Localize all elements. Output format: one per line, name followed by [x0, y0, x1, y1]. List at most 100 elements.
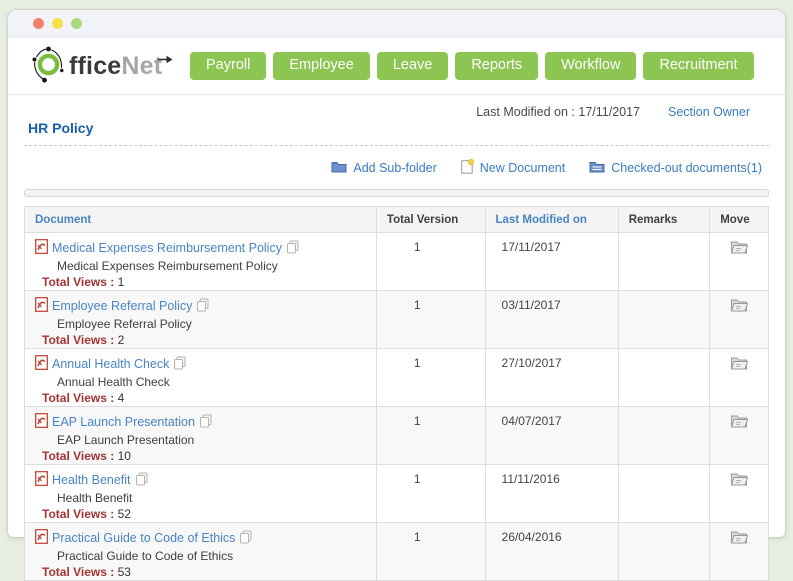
- add-subfolder-label: Add Sub-folder: [353, 161, 436, 175]
- total-views-label: Total Views :: [42, 449, 114, 463]
- total-views: Total Views : 10: [35, 449, 370, 464]
- nav-workflow[interactable]: Workflow: [545, 52, 636, 80]
- folder-documents-icon: [589, 160, 605, 176]
- total-version-cell: 1: [376, 465, 485, 523]
- copy-document-icon[interactable]: [199, 414, 212, 432]
- documents-table: Document Total Version Last Modified on …: [24, 206, 769, 581]
- document-subtitle: Annual Health Check: [35, 375, 370, 390]
- header-last-modified[interactable]: Last Modified on: [485, 207, 618, 233]
- dashed-divider: [24, 145, 769, 146]
- table-row: Practical Guide to Code of Ethics Practi…: [25, 523, 769, 581]
- add-subfolder-button[interactable]: Add Sub-folder: [331, 160, 436, 176]
- remarks-cell: [618, 523, 710, 581]
- total-views: Total Views : 52: [35, 507, 370, 522]
- total-version-cell: 1: [376, 233, 485, 291]
- move-document-button[interactable]: [730, 413, 748, 431]
- move-folder-icon: [730, 239, 748, 257]
- header-total-version: Total Version: [376, 207, 485, 233]
- section-owner-link[interactable]: Section Owner: [668, 105, 750, 119]
- remarks-cell: [618, 465, 710, 523]
- table-row: Employee Referral Policy Employee Referr…: [25, 291, 769, 349]
- move-document-button[interactable]: [730, 355, 748, 373]
- last-modified-cell: 26/04/2016: [485, 523, 618, 581]
- total-views-value: 1: [118, 275, 125, 289]
- move-document-button[interactable]: [730, 239, 748, 257]
- copy-document-icon[interactable]: [196, 298, 209, 316]
- copy-document-icon[interactable]: [239, 530, 252, 548]
- total-version-cell: 1: [376, 291, 485, 349]
- page-content: Last Modified on : 17/11/2017 Section Ow…: [8, 95, 785, 581]
- copy-document-icon[interactable]: [286, 240, 299, 258]
- pdf-file-icon: [35, 355, 48, 374]
- header-document[interactable]: Document: [25, 207, 377, 233]
- window-maximize-icon[interactable]: [71, 18, 82, 29]
- pdf-file-icon: [35, 239, 48, 258]
- last-modified-cell: 17/11/2017: [485, 233, 618, 291]
- total-views-label: Total Views :: [42, 565, 114, 579]
- last-modified-cell: 11/11/2016: [485, 465, 618, 523]
- copy-document-icon[interactable]: [173, 356, 186, 374]
- total-views-value: 10: [118, 449, 131, 463]
- total-views: Total Views : 4: [35, 391, 370, 406]
- total-views-value: 52: [118, 507, 131, 521]
- total-version-cell: 1: [376, 523, 485, 581]
- total-views-label: Total Views :: [42, 391, 114, 405]
- page-title: HR Policy: [28, 120, 772, 136]
- horizontal-scrollbar[interactable]: [24, 189, 769, 197]
- table-row: Health Benefit Health Benefit Total View…: [25, 465, 769, 523]
- pdf-file-icon: [35, 529, 48, 548]
- nav-leave[interactable]: Leave: [377, 52, 449, 80]
- new-document-button[interactable]: New Document: [461, 159, 565, 177]
- last-modified-text: Last Modified on : 17/11/2017: [476, 105, 640, 119]
- document-subtitle: Employee Referral Policy: [35, 317, 370, 332]
- total-views-value: 53: [118, 565, 131, 579]
- move-folder-icon: [730, 529, 748, 547]
- nav-recruitment[interactable]: Recruitment: [643, 52, 753, 80]
- document-link[interactable]: Health Benefit: [52, 473, 131, 488]
- window-minimize-icon[interactable]: [52, 18, 63, 29]
- table-row: Annual Health Check Annual Health Check …: [25, 349, 769, 407]
- table-header-row: Document Total Version Last Modified on …: [25, 207, 769, 233]
- move-folder-icon: [730, 471, 748, 489]
- total-views-value: 2: [118, 333, 125, 347]
- document-link[interactable]: Employee Referral Policy: [52, 299, 192, 314]
- meta-row: Last Modified on : 17/11/2017 Section Ow…: [21, 101, 772, 119]
- nav-payroll[interactable]: Payroll: [190, 52, 266, 80]
- document-subtitle: Health Benefit: [35, 491, 370, 506]
- total-views-label: Total Views :: [42, 275, 114, 289]
- table-row: EAP Launch Presentation EAP Launch Prese…: [25, 407, 769, 465]
- document-subtitle: EAP Launch Presentation: [35, 433, 370, 448]
- nav-reports[interactable]: Reports: [455, 52, 538, 80]
- header-remarks: Remarks: [618, 207, 710, 233]
- nav-employee[interactable]: Employee: [273, 52, 369, 80]
- total-views: Total Views : 53: [35, 565, 370, 580]
- folder-actions: Add Sub-folder New Document: [21, 159, 772, 177]
- move-folder-icon: [730, 413, 748, 431]
- move-document-button[interactable]: [730, 529, 748, 547]
- window-titlebar: [8, 10, 785, 38]
- officenet-logo-text: fficeNet: [69, 52, 162, 81]
- total-views-value: 4: [118, 391, 125, 405]
- move-document-button[interactable]: [730, 297, 748, 315]
- table-row: Medical Expenses Reimbursement Policy Me…: [25, 233, 769, 291]
- document-link[interactable]: Annual Health Check: [52, 357, 169, 372]
- document-link[interactable]: EAP Launch Presentation: [52, 415, 195, 430]
- move-document-button[interactable]: [730, 471, 748, 489]
- total-views: Total Views : 1: [35, 275, 370, 290]
- window-close-icon[interactable]: [33, 18, 44, 29]
- logo-arrow-icon: [158, 51, 173, 69]
- document-link[interactable]: Medical Expenses Reimbursement Policy: [52, 241, 282, 256]
- main-nav: Payroll Employee Leave Reports Workflow …: [190, 52, 754, 80]
- remarks-cell: [618, 233, 710, 291]
- browser-window: fficeNet Payroll Employee Leave Reports …: [8, 10, 785, 537]
- header-move: Move: [710, 207, 769, 233]
- document-link[interactable]: Practical Guide to Code of Ethics: [52, 531, 235, 546]
- new-document-icon: [461, 159, 474, 177]
- total-version-cell: 1: [376, 349, 485, 407]
- checked-out-documents-button[interactable]: Checked-out documents(1): [589, 160, 762, 176]
- copy-document-icon[interactable]: [135, 472, 148, 490]
- remarks-cell: [618, 291, 710, 349]
- checked-out-documents-label: Checked-out documents(1): [611, 161, 762, 175]
- move-folder-icon: [730, 355, 748, 373]
- officenet-logo: fficeNet: [30, 44, 182, 88]
